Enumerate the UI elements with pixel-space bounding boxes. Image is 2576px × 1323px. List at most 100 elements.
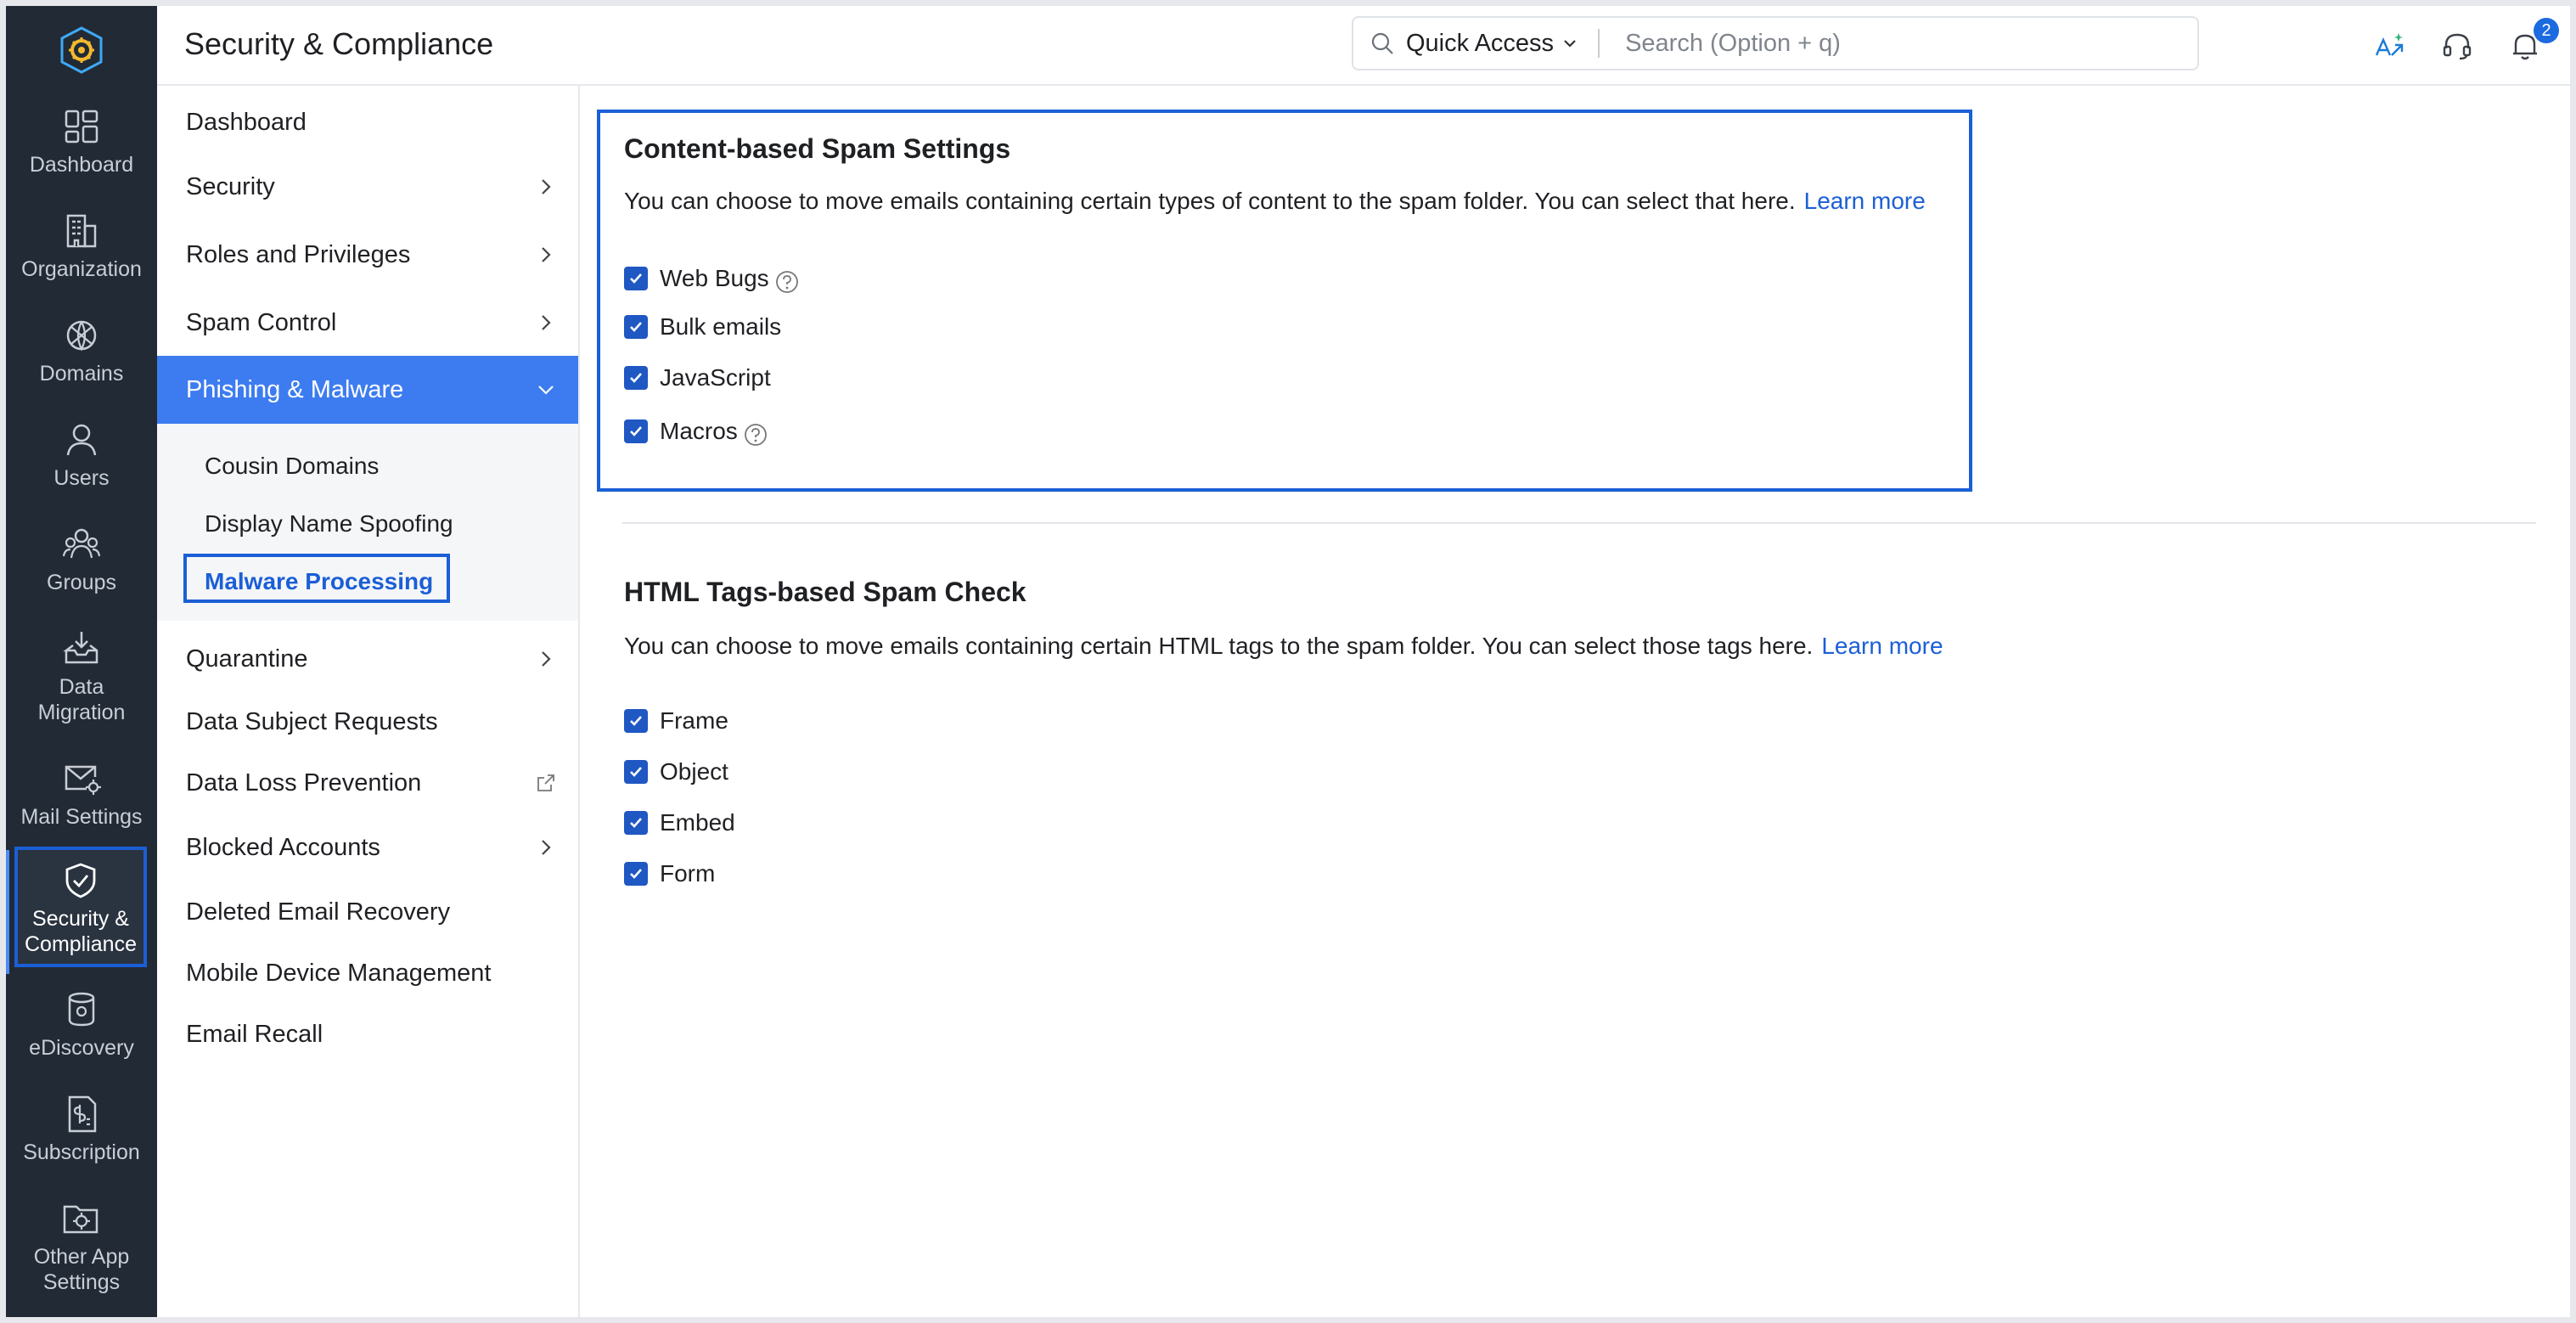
option-frame[interactable]: Frame — [624, 707, 728, 735]
quick-access-dropdown[interactable]: Quick Access — [1406, 30, 1554, 58]
nav-item-data-loss-prevention[interactable]: Data Loss Prevention — [157, 750, 578, 816]
chevron-right-icon — [542, 179, 551, 194]
checkbox-bulk-emails[interactable] — [624, 315, 648, 339]
label-form: Form — [660, 860, 716, 887]
checkbox-web-bugs[interactable] — [624, 267, 648, 290]
other-app-settings-icon — [63, 1205, 98, 1234]
rail-label-subscription: Subscription — [23, 1140, 140, 1164]
learn-more-link[interactable]: Learn more — [1821, 633, 1943, 659]
help-icon[interactable] — [743, 422, 768, 448]
nav-item-blocked-accounts[interactable]: Blocked Accounts — [157, 814, 578, 881]
chevron-right-icon — [542, 247, 551, 262]
option-bulk-emails[interactable]: Bulk emails — [624, 313, 781, 341]
rail-item-ediscovery[interactable]: eDiscovery — [6, 989, 157, 1061]
nav-item-dashboard[interactable]: Dashboard — [157, 89, 578, 155]
nav-item-spam-control[interactable]: Spam Control — [157, 290, 578, 356]
nav-label-deleted-email-recovery: Deleted Email Recovery — [186, 898, 451, 926]
search-bar[interactable]: Quick Access — [1352, 16, 2199, 70]
label-macros: Macros — [660, 418, 738, 444]
label-web-bugs: Web Bugs — [660, 265, 769, 291]
nav-item-email-recall[interactable]: Email Recall — [157, 1001, 578, 1067]
nav-label-email-recall: Email Recall — [186, 1020, 323, 1048]
rail-item-dashboard[interactable]: Dashboard — [6, 106, 157, 177]
checkbox-object[interactable] — [624, 760, 648, 784]
sub-item-cousin-domains[interactable]: Cousin Domains — [157, 441, 578, 492]
support-headset-icon[interactable] — [2439, 28, 2475, 64]
rail-label-mail-settings: Mail Settings — [20, 805, 143, 829]
nav-item-data-subject-requests[interactable]: Data Subject Requests — [157, 689, 578, 755]
section-divider — [622, 522, 2536, 524]
nav-item-deleted-email-recovery[interactable]: Deleted Email Recovery — [157, 879, 578, 945]
checkbox-javascript[interactable] — [624, 366, 648, 390]
rail-label-security-compliance: Security & Compliance — [24, 907, 137, 956]
sub-label-cousin-domains: Cousin Domains — [205, 453, 380, 479]
mail-settings-icon — [65, 765, 101, 795]
rail-item-domains[interactable]: Domains — [6, 315, 157, 386]
nav-label-data-loss-prevention: Data Loss Prevention — [186, 768, 422, 797]
settings-nav: Dashboard Security Roles and Privileges … — [157, 86, 580, 1317]
rail-item-other-app-settings[interactable]: Other App Settings — [6, 1198, 157, 1295]
option-macros[interactable]: Macros — [624, 415, 768, 448]
rail-label-organization: Organization — [21, 257, 142, 281]
checkbox-frame[interactable] — [624, 709, 648, 733]
notification-badge: 2 — [2534, 18, 2559, 43]
checkbox-form[interactable] — [624, 862, 648, 886]
label-bulk-emails: Bulk emails — [660, 313, 782, 340]
nav-label-data-subject-requests: Data Subject Requests — [186, 707, 438, 735]
option-embed[interactable]: Embed — [624, 809, 735, 836]
nav-label-phishing-malware: Phishing & Malware — [186, 375, 404, 403]
rail-item-organization[interactable]: Organization — [6, 211, 157, 282]
ediscovery-icon — [68, 992, 95, 1027]
chevron-down-icon — [538, 386, 554, 395]
sub-item-malware-processing[interactable]: Malware Processing — [157, 556, 578, 607]
rail-item-security-compliance[interactable]: Security & Compliance — [14, 847, 147, 967]
chevron-right-icon — [542, 840, 551, 855]
external-link-icon — [537, 774, 554, 791]
chevron-right-icon — [542, 315, 551, 330]
nav-item-roles-privileges[interactable]: Roles and Privileges — [157, 222, 578, 288]
rail-item-groups[interactable]: Groups — [6, 524, 157, 595]
nav-label-blocked-accounts: Blocked Accounts — [186, 833, 380, 861]
checkmark-icon — [630, 273, 642, 284]
groups-icon — [62, 528, 101, 559]
rail-label-groups: Groups — [47, 571, 116, 594]
rail-label-dashboard: Dashboard — [29, 153, 134, 177]
rail-active-indicator — [6, 850, 9, 974]
help-icon[interactable] — [774, 269, 800, 295]
search-divider — [1598, 29, 1600, 58]
option-javascript[interactable]: JavaScript — [624, 364, 771, 391]
nav-item-quarantine[interactable]: Quarantine — [157, 626, 578, 692]
organization-icon — [66, 214, 97, 248]
nav-label-quarantine: Quarantine — [186, 645, 308, 673]
chevron-down-icon[interactable] — [1561, 34, 1579, 53]
search-icon — [1371, 32, 1393, 54]
app-logo[interactable] — [53, 23, 110, 77]
label-embed: Embed — [660, 809, 735, 836]
search-input[interactable] — [1623, 28, 2137, 59]
checkbox-embed[interactable] — [624, 811, 648, 835]
learn-more-link[interactable]: Learn more — [1804, 188, 1926, 214]
label-object: Object — [660, 758, 728, 785]
sub-item-display-name-spoofing[interactable]: Display Name Spoofing — [157, 498, 578, 549]
rail-item-mail-settings[interactable]: Mail Settings — [6, 758, 157, 830]
checkmark-icon — [630, 426, 642, 436]
page-title: Security & Compliance — [184, 26, 494, 61]
option-object[interactable]: Object — [624, 758, 728, 785]
sparkle-assistant-icon[interactable] — [2371, 28, 2407, 64]
rail-item-subscription[interactable]: Subscription — [6, 1094, 157, 1165]
rail-item-users[interactable]: Users — [6, 419, 157, 491]
app-window: Dashboard Organization Domains Users Gro… — [6, 6, 2570, 1317]
section-desc-text: You can choose to move emails containing… — [624, 188, 1796, 214]
option-web-bugs[interactable]: Web Bugs — [624, 262, 800, 295]
rail-label-data-migration: Data Migration — [37, 675, 126, 724]
nav-item-mobile-device-management[interactable]: Mobile Device Management — [157, 940, 578, 1006]
rail-item-data-migration[interactable]: Data Migration — [6, 628, 157, 725]
main-content: Content-based Spam Settings You can choo… — [580, 86, 2570, 1317]
domains-icon — [66, 320, 97, 352]
nav-item-phishing-malware[interactable]: Phishing & Malware — [157, 356, 578, 424]
content-spam-section: Content-based Spam Settings You can choo… — [597, 110, 1972, 492]
checkbox-macros[interactable] — [624, 419, 648, 443]
dashboard-icon — [65, 110, 98, 144]
option-form[interactable]: Form — [624, 860, 715, 887]
nav-item-security[interactable]: Security — [157, 154, 578, 220]
